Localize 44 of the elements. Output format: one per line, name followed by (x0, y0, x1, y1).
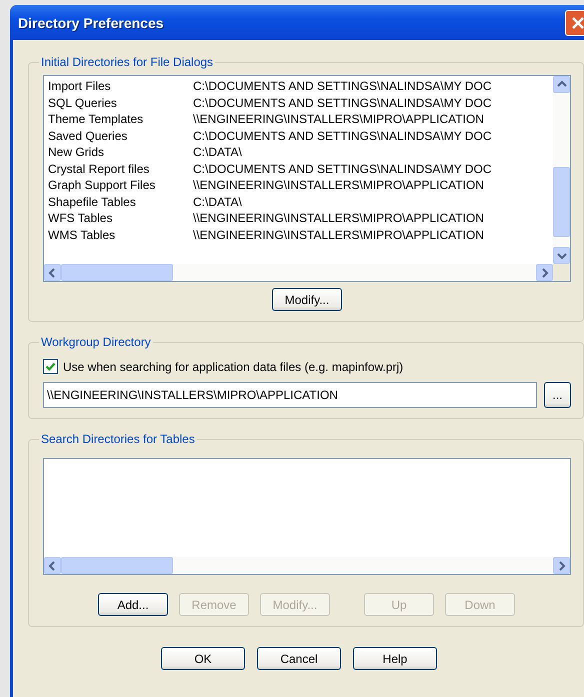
group-label: Search Directories for Tables (40, 432, 196, 446)
directory-path: \\ENGINEERING\INSTALLERS\MIPRO\APPLICATION (193, 211, 484, 226)
scroll-right-button[interactable] (536, 264, 553, 281)
scroll-left-button[interactable] (44, 557, 61, 574)
directory-type: Graph Support Files (48, 178, 156, 192)
directory-type: Saved Queries (48, 128, 128, 143)
group-label: Workgroup Directory (40, 335, 152, 349)
scrollbar-thumb[interactable] (61, 557, 173, 574)
checkbox[interactable] (43, 359, 58, 374)
scrollbar-thumb[interactable] (61, 264, 173, 281)
dialog-button[interactable]: Help (353, 647, 437, 670)
directory-type: Theme Templates (48, 112, 144, 126)
directory-path: C:\DATA\ (193, 194, 242, 209)
scrollbar-corner (553, 264, 570, 281)
directory-path: C:\DOCUMENTS AND SETTINGS\NALINDSA\MY DOC (193, 96, 492, 110)
directory-type: SQL Queries (48, 96, 118, 110)
directory-path: C:\DATA\ (193, 145, 242, 160)
directory-type: Shapefile Tables (48, 194, 137, 209)
scroll-up-button[interactable] (553, 76, 570, 93)
dialog-button[interactable]: Cancel (257, 647, 341, 670)
directory-type: WFS Tables (48, 211, 114, 226)
browse-button[interactable]: ... (544, 382, 571, 408)
scroll-down-button[interactable] (553, 247, 570, 264)
directory-path: \\ENGINEERING\INSTALLERS\MIPRO\APPLICATION (193, 228, 484, 242)
directory-path: C:\DOCUMENTS AND SETTINGS\NALINDSA\MY DOC (193, 128, 492, 143)
scroll-right-button[interactable] (553, 557, 570, 574)
modify-button[interactable]: Modify... (272, 288, 342, 311)
close-icon[interactable] (565, 10, 584, 36)
directory-field[interactable]: \\ENGINEERING\INSTALLERS\MIPRO\APPLICATION (43, 382, 537, 408)
scroll-left-button[interactable] (44, 264, 61, 281)
scrollbar-thumb[interactable] (553, 167, 570, 237)
directory-type: Crystal Report files (48, 162, 150, 176)
dialog-button[interactable]: OK (161, 647, 245, 670)
window-title: Directory Preferences (18, 14, 164, 30)
directory-path: \\ENGINEERING\INSTALLERS\MIPRO\APPLICATION (193, 178, 484, 192)
directory-path: \\ENGINEERING\INSTALLERS\MIPRO\APPLICATION (193, 112, 484, 126)
directory-type: Import Files (48, 79, 112, 94)
checkbox-label[interactable]: Use when searching for application data files (e.g. mapinfow.prj) (63, 360, 404, 374)
directory-path: C:\DOCUMENTS AND SETTINGS\NALINDSA\MY DOC (193, 79, 492, 94)
directory-type: New Grids (48, 145, 106, 160)
group-label: Initial Directories for File Dialogs (40, 55, 214, 69)
dialog-button[interactable]: Add... (98, 593, 168, 616)
directory-path: C:\DOCUMENTS AND SETTINGS\NALINDSA\MY DOC (193, 162, 492, 176)
directory-type: WMS Tables (48, 228, 116, 242)
